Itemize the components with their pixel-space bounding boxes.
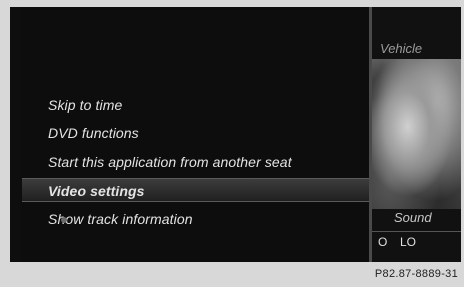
figure-frame: Skip to time DVD functions Start this ap… [0, 0, 464, 287]
right-panel: Vehicle Sound O LO [372, 7, 461, 262]
menu-item-skip-to-time[interactable]: Skip to time [48, 93, 122, 117]
figure-code: P82.87-8889-31 [374, 268, 458, 280]
video-preview-image [372, 59, 461, 209]
menu-item-label: Show track information [48, 211, 193, 227]
vehicle-label: Vehicle [380, 41, 423, 56]
lo-label: LO [400, 235, 417, 249]
menu-item-label: Skip to time [48, 97, 123, 113]
right-panel-divider [372, 231, 461, 232]
bullet-icon [61, 217, 67, 223]
o-label: O [378, 235, 388, 249]
menu-item-dvd-functions[interactable]: DVD functions [48, 121, 139, 145]
menu-item-video-settings[interactable]: Video settings [22, 178, 382, 202]
display-screen: Skip to time DVD functions Start this ap… [10, 7, 461, 262]
menu-item-show-track-information[interactable]: Show track information [48, 207, 193, 231]
menu-item-label: DVD functions [48, 125, 139, 141]
sound-label[interactable]: Sound [394, 210, 432, 225]
menu-item-label: Video settings [48, 183, 145, 199]
video-menu: Skip to time DVD functions Start this ap… [22, 7, 382, 262]
menu-item-start-from-another-seat[interactable]: Start this application from another seat [48, 150, 292, 174]
menu-item-label: Start this application from another seat [48, 154, 292, 170]
